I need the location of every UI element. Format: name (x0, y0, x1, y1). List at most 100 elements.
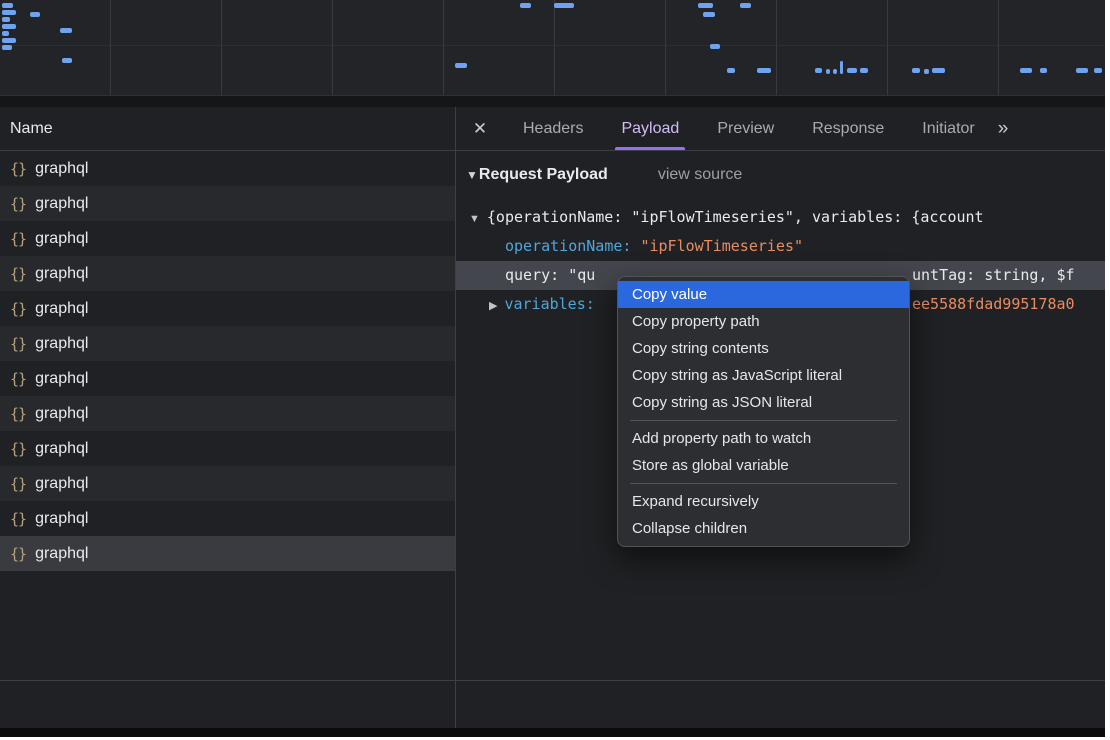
timeline-bar (2, 31, 9, 36)
timeline-bar (815, 68, 822, 73)
request-row[interactable]: {} graphql (0, 151, 455, 186)
request-name-label: graphql (35, 160, 88, 178)
menu-item-copy-string-as-javascript-literal[interactable]: Copy string as JavaScript literal (618, 362, 909, 389)
panel-vertical-divider[interactable] (455, 107, 456, 728)
request-row[interactable]: {} graphql (0, 221, 455, 256)
section-title: Request Payload (479, 166, 608, 183)
menu-item-add-property-path-to-watch[interactable]: Add property path to watch (618, 425, 909, 452)
panel-header-row: Name ✕ HeadersPayloadPreviewResponseInit… (0, 107, 1105, 151)
timeline-bar (1094, 68, 1102, 73)
request-row[interactable]: {} graphql (0, 326, 455, 361)
context-menu: Copy valueCopy property pathCopy string … (617, 276, 910, 547)
tab-strip: ✕ HeadersPayloadPreviewResponseInitiator… (456, 107, 1105, 150)
request-row[interactable]: {}graphql (0, 431, 455, 466)
timeline-bar (860, 68, 868, 73)
timeline-bar (2, 17, 10, 22)
timeline-bar (924, 69, 929, 74)
expanded-triangle-icon[interactable]: ▼ (469, 213, 480, 225)
tree-row-operation-name[interactable]: operationName: "ipFlowTimeseries" (456, 232, 1105, 261)
timeline-bar (2, 10, 16, 15)
request-name-label: graphql (35, 545, 88, 563)
request-row[interactable]: {} graphql (0, 291, 455, 326)
timeline-bar (710, 44, 720, 49)
timeline-bar (932, 68, 945, 73)
menu-item-copy-value[interactable]: Copy value (618, 281, 909, 308)
request-name-label: graphql (35, 300, 88, 318)
request-row[interactable]: {} graphql (0, 361, 455, 396)
tree-row-root[interactable]: ▼ {operationName: "ipFlowTimeseries", var… (456, 203, 1105, 232)
timeline-bar (757, 68, 771, 73)
more-tabs-icon[interactable]: » (998, 107, 1009, 150)
timeline-bar (2, 24, 16, 29)
request-payload-section-header: ▼Request Payload view source (466, 166, 742, 184)
timeline-bar (2, 3, 13, 8)
property-key: operationName: (505, 237, 640, 255)
json-braces-icon: {} (10, 300, 26, 318)
menu-item-copy-string-contents[interactable]: Copy string contents (618, 335, 909, 362)
request-row[interactable]: {} graphql (0, 186, 455, 221)
menu-item-copy-string-as-json-literal[interactable]: Copy string as JSON literal (618, 389, 909, 416)
root-preview-text: {operationName: "ipFlowTimeseries", vari… (487, 208, 984, 226)
collapsed-triangle-icon[interactable]: ▶ (489, 300, 497, 312)
json-braces-icon: {} (10, 405, 26, 423)
menu-item-expand-recursively[interactable]: Expand recursively (618, 488, 909, 515)
timeline-lane-divider (0, 45, 1105, 46)
json-braces-icon: {} (10, 335, 26, 353)
menu-separator (630, 483, 897, 484)
close-icon[interactable]: ✕ (456, 107, 504, 150)
json-braces-icon: {} (10, 370, 26, 388)
json-braces-icon: {} (10, 440, 26, 458)
tab-headers[interactable]: Headers (504, 107, 602, 150)
timeline-bar (912, 68, 920, 73)
timeline-bar (30, 12, 40, 17)
request-row[interactable]: {}graphql (0, 466, 455, 501)
timeline-bar (740, 3, 751, 8)
json-braces-icon: {} (10, 160, 26, 178)
timeline-bar (727, 68, 735, 73)
timeline-bar (1040, 68, 1047, 73)
timeline-bar (2, 38, 16, 43)
timeline-bar (455, 63, 467, 68)
request-name-label: graphql (35, 335, 88, 353)
name-column-header[interactable]: Name (0, 107, 455, 150)
request-name-label: graphql (35, 230, 88, 248)
timeline-bar (62, 58, 72, 63)
timeline-bar (1076, 68, 1088, 73)
timeline-bar (833, 69, 837, 74)
request-name-label: graphql (35, 265, 88, 283)
view-source-link[interactable]: view source (658, 166, 742, 183)
menu-item-store-as-global-variable[interactable]: Store as global variable (618, 452, 909, 479)
request-row[interactable]: {}graphql (0, 396, 455, 431)
footer-divider (0, 680, 1105, 681)
timeline-bar (2, 45, 12, 50)
request-row[interactable]: {} graphql (0, 256, 455, 291)
name-column-label: Name (10, 120, 53, 137)
request-row[interactable]: {}graphql (0, 501, 455, 536)
tab-initiator[interactable]: Initiator (903, 107, 993, 150)
property-key: variables: (504, 295, 594, 313)
network-overview-timeline[interactable] (0, 0, 1105, 95)
request-name-label: graphql (35, 195, 88, 213)
timeline-bar (554, 3, 574, 8)
tab-payload[interactable]: Payload (602, 107, 698, 150)
tab-response[interactable]: Response (793, 107, 903, 150)
property-value: "ipFlowTimeseries" (640, 237, 803, 255)
request-list: {} graphql {} graphql {} graphql {} graphql {} gr… (0, 151, 455, 571)
tab-preview[interactable]: Preview (698, 107, 793, 150)
disclosure-triangle-icon[interactable]: ▼ (466, 168, 478, 182)
menu-item-copy-property-path[interactable]: Copy property path (618, 308, 909, 335)
menu-separator (630, 420, 897, 421)
request-name-label: graphql (35, 370, 88, 388)
query-text-right: untTag: string, $f (912, 261, 1075, 290)
query-text-left: query: "qu (505, 266, 595, 284)
timeline-bar (520, 3, 531, 8)
timeline-bar (60, 28, 72, 33)
timeline-bar (698, 3, 713, 8)
request-row[interactable]: {}graphql (0, 536, 455, 571)
menu-item-collapse-children[interactable]: Collapse children (618, 515, 909, 542)
json-braces-icon: {} (10, 265, 26, 283)
json-braces-icon: {} (10, 510, 26, 528)
json-braces-icon: {} (10, 230, 26, 248)
json-braces-icon: {} (10, 195, 26, 213)
variables-text-right: ee5588fdad995178a0 (912, 290, 1075, 319)
